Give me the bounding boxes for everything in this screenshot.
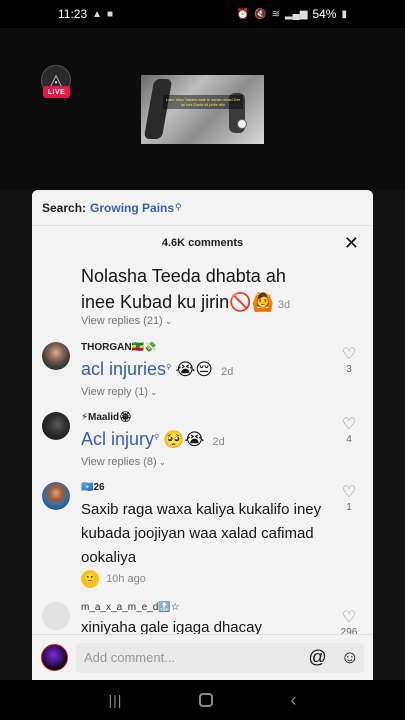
video-area[interactable]: ◬ LIVE Lake Wao Takaltd sale bl achar-mh… [0, 28, 405, 190]
comment-item: ⚡Maalid🏵 Acl injury⚲ 🥺😭 2d View replies … [32, 412, 373, 482]
comment-emoji: 😭😔 [175, 360, 213, 379]
back-icon[interactable]: ‹ [290, 690, 296, 711]
comment-item: m_a_x_a_m_e_d🔝☆ xiniyaha gale igaga dhac… [32, 602, 373, 634]
warning-icon: ▲ [92, 8, 103, 20]
view-replies-button[interactable]: View reply (1) ⌄ [81, 386, 158, 398]
comment-count: 4.6K comments [161, 237, 244, 249]
recents-icon[interactable]: ||| [109, 692, 123, 708]
ball-icon [237, 119, 247, 129]
chevron-down-icon: ⌄ [150, 387, 158, 397]
comment-text: xiniyaha gale igaga dhacay [81, 619, 262, 634]
comment-time: 2d [221, 366, 234, 378]
search-term-link[interactable]: Growing Pains [90, 201, 174, 215]
avatar[interactable] [42, 412, 70, 440]
close-icon[interactable]: ✕ [344, 234, 359, 252]
search-link[interactable]: acl injuries [81, 359, 166, 379]
status-time: 11:23 [58, 7, 88, 21]
player-figure [143, 79, 173, 139]
battery-percent: 54% [312, 7, 337, 21]
search-icon: ⚲ [166, 364, 172, 371]
search-link[interactable]: Acl injury [81, 429, 154, 449]
nav-bar: ||| ‹ [0, 680, 405, 720]
wifi-icon: ≋ [271, 8, 280, 20]
input-icons: @ ☺ [308, 647, 359, 668]
mention-icon[interactable]: @ [308, 647, 326, 668]
search-icon: ⚲ [175, 202, 182, 212]
avatar[interactable] [42, 342, 70, 370]
like-count: 4 [346, 434, 352, 445]
view-replies-button[interactable]: View replies (8) ⌄ [81, 456, 166, 468]
like-button[interactable]: ♡ 4 [339, 416, 359, 446]
comment-meta: 🙂 10h ago [81, 570, 146, 588]
like-button[interactable]: ♡ 1 [339, 484, 359, 514]
like-button[interactable]: ♡ 3 [339, 346, 359, 376]
like-button[interactable]: ♡ 296 [339, 609, 359, 635]
heart-icon: ♡ [341, 484, 357, 501]
avatar[interactable] [42, 482, 70, 510]
comment-item: 🇸🇴26 Saxib raga waxa kaliya kukalifo ine… [32, 482, 373, 594]
avatar[interactable] [42, 602, 70, 630]
comment-emoji: 🥺😭 [163, 430, 205, 449]
folder-icon: ■ [107, 8, 114, 20]
battery-icon: ▮ [341, 8, 347, 20]
comment-username[interactable]: ⚡Maalid🏵 [81, 412, 132, 423]
signal-icon: ▂▄▆ [284, 8, 308, 20]
comment-text: acl injuries⚲ 😭😔 2d [81, 356, 341, 384]
comment-text: Saxib raga waxa kaliya kukalifo iney kub… [81, 501, 322, 566]
alarm-icon: ⏰ [236, 8, 250, 20]
comment-time: 10h ago [106, 572, 146, 585]
search-suggestion[interactable]: Search: Growing Pains ⚲ [32, 190, 373, 226]
status-bar: 11:23 ▲ ■ ⏰ 🔇 ≋ ▂▄▆ 54% ▮ [0, 0, 405, 28]
comment-item: THORGAN🇪🇹💸 acl injuries⚲ 😭😔 2d View repl… [32, 342, 373, 412]
mute-icon: 🔇 [254, 8, 267, 20]
home-icon[interactable] [199, 693, 214, 707]
like-count: 296 [340, 627, 358, 634]
live-badge: LIVE [43, 86, 70, 98]
chevron-down-icon: ⌄ [158, 457, 167, 467]
comment-time: 3d [277, 299, 291, 311]
comment-username[interactable]: THORGAN🇪🇹💸 [81, 342, 156, 353]
like-count: 1 [346, 502, 352, 513]
view-replies-button[interactable]: View replies (21) ⌄ [81, 315, 172, 327]
like-count: 3 [346, 364, 352, 375]
comment-time: 2d [212, 436, 225, 448]
status-left: 11:23 ▲ ■ [58, 7, 113, 21]
add-comment-bar: @ ☺ [32, 634, 373, 680]
screen: 11:23 ▲ ■ ⏰ 🔇 ≋ ▂▄▆ 54% ▮ ◬ LIVE Lake Wa… [0, 0, 405, 720]
status-right: ⏰ 🔇 ≋ ▂▄▆ 54% ▮ [237, 7, 347, 21]
comment-username[interactable]: m_a_x_a_m_e_d🔝☆ [81, 602, 180, 613]
comments-sheet: Search: Growing Pains ⚲ 4.6K comments ✕ … [32, 190, 373, 680]
comment-text: Acl injury⚲ 🥺😭 2d [81, 426, 341, 454]
search-icon: ⚲ [154, 434, 160, 441]
heart-icon: ♡ [341, 346, 357, 363]
comment-list[interactable]: Nolasha Teeda dhabta ah inee Kubad ku ji… [32, 260, 373, 634]
chevron-down-icon: ⌄ [164, 316, 173, 326]
heart-icon: ♡ [341, 416, 357, 433]
video-thumbnail[interactable]: Lake Wao Takaltd sale bl achar-mhad Der … [141, 75, 264, 144]
comment-emoji: 🙂 [81, 570, 99, 588]
comment-text: Nolasha Teeda dhabta ah inee Kubad ku ji… [81, 266, 291, 312]
emoji-icon[interactable]: ☺ [341, 647, 359, 668]
search-prefix: Search: [42, 200, 87, 215]
comments-header: 4.6K comments ✕ [32, 226, 373, 260]
heart-icon: ♡ [341, 609, 357, 626]
comment-username[interactable]: 🇸🇴26 [81, 482, 105, 493]
my-avatar[interactable] [41, 644, 68, 671]
thumbnail-caption: Lake Wao Takaltd sale bl achar-mhad Der … [163, 95, 243, 109]
